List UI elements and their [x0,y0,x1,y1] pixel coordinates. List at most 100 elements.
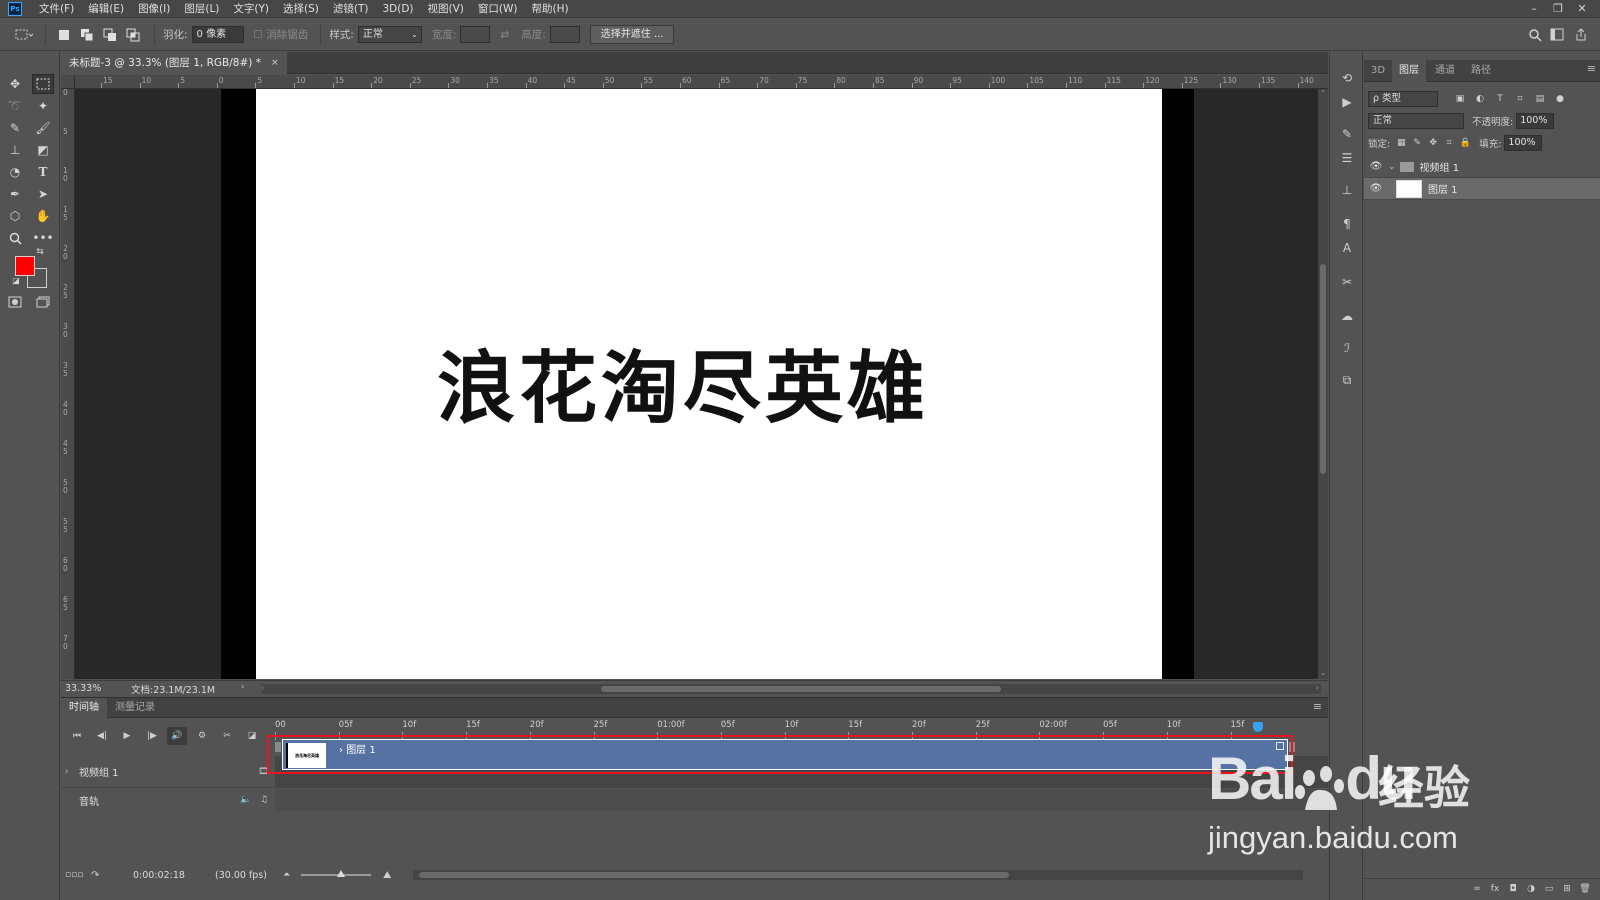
new-group-icon[interactable]: ▭ [1540,884,1558,894]
subtract-from-selection-icon[interactable] [100,25,120,45]
magic-wand-tool-icon[interactable]: ✦ [32,96,54,116]
filter-type-icon[interactable]: T [1492,94,1508,104]
tab-3d[interactable]: 3D [1364,60,1392,82]
menu-3d[interactable]: 3D(D) [375,0,420,18]
next-frame-icon[interactable]: |▶ [142,727,162,745]
paragraph-icon[interactable]: ¶ [1337,214,1357,234]
menu-image[interactable]: 图像(I) [131,0,177,18]
minimize-button[interactable]: – [1522,0,1546,18]
menu-window[interactable]: 窗口(W) [471,0,525,18]
swap-colors-icon[interactable]: ⇆ [34,246,46,258]
panel-menu-icon[interactable]: ≡ [1313,700,1322,713]
shape-tool-icon[interactable]: ⬡ [4,206,26,226]
antialias-checkbox[interactable]: ☐ 消除锯齿 [254,27,309,42]
vertical-ruler[interactable]: 0 5 1 0 1 5 2 0 2 5 3 0 3 5 4 0 4 5 5 0 5 5 6 0 6 5 7 … [61,89,75,679]
dodge-tool-icon[interactable]: ◔ [4,162,26,182]
zoom-tool-icon[interactable] [4,228,26,248]
add-to-selection-icon[interactable] [77,25,97,45]
document-canvas[interactable]: 浪花淘尽英雄 [256,89,1162,679]
path-selection-tool-icon[interactable]: ➤ [32,184,54,204]
hand-tool-icon[interactable]: ✋ [32,206,54,226]
transition-icon[interactable]: ◪ [242,727,262,745]
lock-artboard-icon[interactable]: ⌗ [1441,138,1457,148]
fill-field[interactable]: 100% [1504,135,1543,151]
audio-track-row[interactable]: 音轨 🔈 ♫ [61,789,273,811]
quick-mask-icon[interactable] [4,292,26,312]
tab-measurement-log[interactable]: 测量记录 [107,698,163,718]
stamp-tool-icon[interactable]: ⊥ [4,140,26,160]
filter-shape-icon[interactable]: ⌗ [1512,94,1528,104]
share-icon[interactable] [1571,25,1591,45]
frame-animation-icon[interactable]: ▫▫▫ [65,870,83,880]
delete-layer-icon[interactable]: 🗑 [1576,884,1594,894]
zoom-level-field[interactable]: 33.33% [65,683,101,694]
foreground-color-swatch[interactable] [15,256,35,276]
playhead[interactable] [1253,722,1263,732]
video-group-row[interactable]: › 视频组 1 🎞 [61,756,273,788]
eraser-tool-icon[interactable]: ◩ [32,140,54,160]
tab-layers[interactable]: 图层 [1392,60,1426,82]
add-mask-icon[interactable]: ◘ [1504,884,1522,894]
close-button[interactable]: ✕ [1570,0,1594,18]
chevron-down-icon[interactable]: ⌄ [1388,162,1396,172]
music-note-icon[interactable]: ♫ [255,795,273,805]
lock-position-icon[interactable]: ✥ [1425,138,1441,148]
timeline-zoom-slider[interactable] [301,874,371,876]
width-input[interactable] [460,26,491,43]
workspace-icon[interactable] [1548,25,1568,45]
menu-type[interactable]: 文字(Y) [226,0,276,18]
menu-file[interactable]: 文件(F) [32,0,81,18]
default-colors-icon[interactable]: ◪ [10,274,22,286]
go-to-first-frame-icon[interactable]: ⏮ [67,727,87,745]
brush-tool-icon[interactable]: 🖌 [32,118,54,138]
lock-all-icon[interactable]: 🔒 [1457,138,1473,148]
audio-icon[interactable]: 🔊 [167,727,187,745]
restore-button[interactable]: ❐ [1546,0,1570,18]
scroll-right-icon[interactable]: › [1316,683,1319,692]
filter-toggle-icon[interactable]: ● [1552,94,1568,104]
filter-smart-object-icon[interactable]: ▤ [1532,94,1548,104]
horizontal-scrollbar[interactable]: ‹ › [261,683,1321,694]
intersect-selection-icon[interactable] [123,25,143,45]
link-layers-icon[interactable]: ∞ [1468,884,1486,894]
zoom-in-icon[interactable]: ⛰ [383,870,391,881]
scroll-down-icon[interactable]: ⌄ [1320,668,1327,677]
pen-tool-icon[interactable]: ✒ [4,184,26,204]
properties-icon[interactable]: ⧉ [1337,370,1357,390]
libraries-icon[interactable]: ☁ [1337,306,1357,326]
close-tab-icon[interactable]: × [271,52,279,74]
tab-timeline[interactable]: 时间轴 [61,698,107,718]
ruler-origin[interactable] [61,75,75,89]
swap-width-height-icon[interactable]: ⇄ [500,29,509,41]
tools-icon[interactable]: ✂ [1337,272,1357,292]
brush-settings-icon[interactable]: ✎ [1337,124,1357,144]
blend-mode-select[interactable]: 正常 [1368,113,1464,129]
expand-caret-icon[interactable]: › [65,767,79,777]
layer-row-layer-1[interactable]: 👁 图层 1 [1364,178,1600,200]
lock-pixels-icon[interactable]: ✎ [1409,138,1425,148]
clone-source-icon[interactable]: ⊥ [1337,180,1357,200]
audio-track-lane[interactable] [275,789,1328,811]
type-tool-icon[interactable]: T [32,162,54,182]
render-video-icon[interactable]: ↷ [91,870,99,881]
menu-help[interactable]: 帮助(H) [525,0,576,18]
lock-transparency-icon[interactable]: ▦ [1393,138,1409,148]
tab-channels[interactable]: 通道 [1428,60,1462,82]
visibility-eye-icon[interactable]: 👁 [1364,183,1388,194]
more-tools-icon[interactable]: ••• [32,228,54,248]
history-icon[interactable]: ⟲ [1337,68,1357,88]
play-icon[interactable]: ▶ [117,727,137,745]
marquee-tool-preset-icon[interactable] [14,25,34,45]
height-input[interactable] [549,26,580,43]
vertical-scrollbar[interactable]: ⌃ ⌄ [1318,89,1328,679]
status-expand-icon[interactable]: › [241,682,245,692]
character-icon[interactable]: A [1337,238,1357,258]
canvas-workspace[interactable]: 浪花淘尽英雄 [75,89,1318,679]
split-scissors-icon[interactable]: ✂ [217,727,237,745]
scroll-left-icon[interactable]: ‹ [261,683,264,692]
vertical-scroll-thumb[interactable] [1320,264,1326,474]
glyphs-icon[interactable]: ℐ [1337,338,1357,358]
menu-select[interactable]: 选择(S) [276,0,326,18]
settings-gear-icon[interactable]: ⚙ [192,727,212,745]
feather-input[interactable]: 0 像素 [191,26,244,43]
